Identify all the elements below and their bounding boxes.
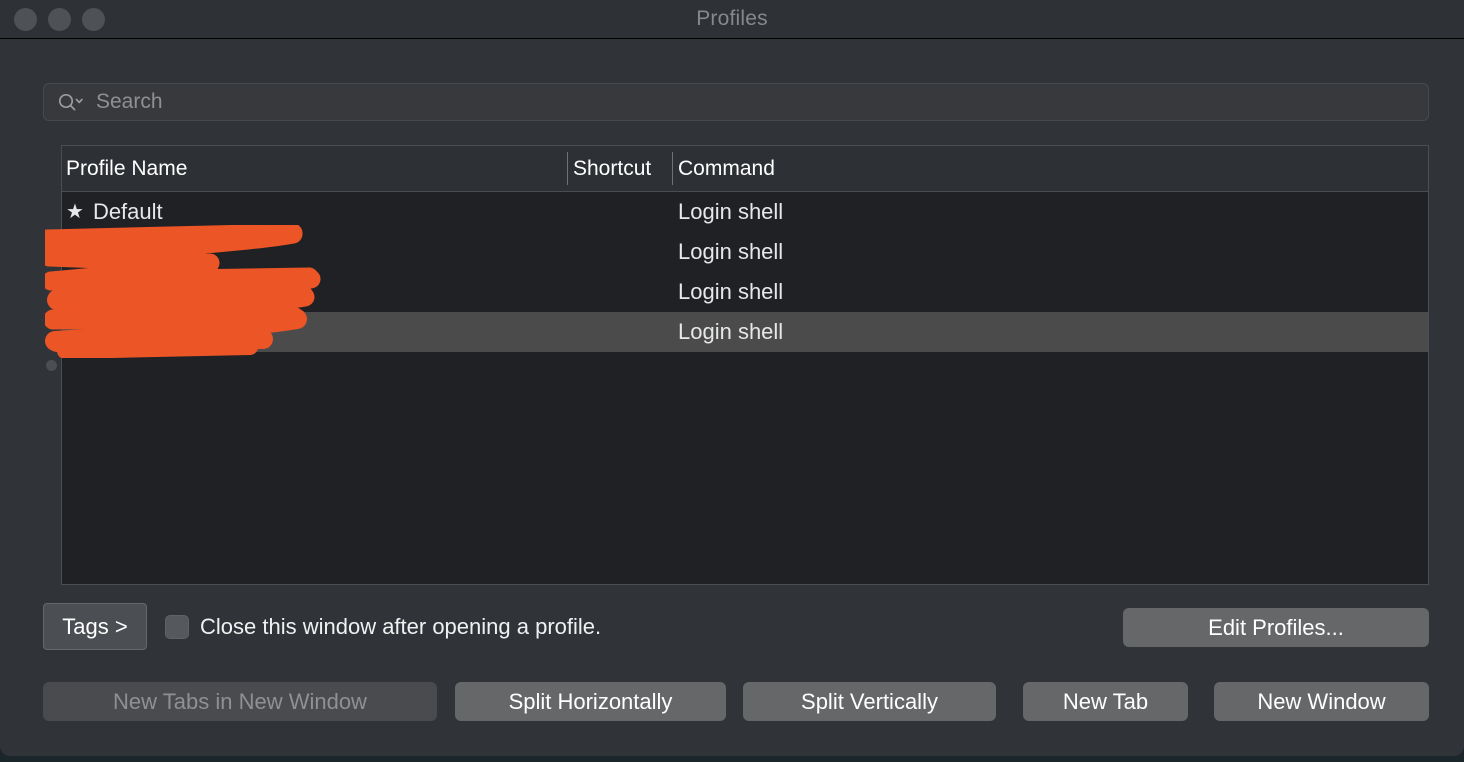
new-tabs-in-new-window-button[interactable]: New Tabs in New Window xyxy=(43,682,437,721)
cell-command: Login shell xyxy=(678,279,784,304)
cell-command: Login shell xyxy=(678,199,784,224)
window-title: Profiles xyxy=(696,7,768,30)
profiles-window: Profiles Search Profile Name Shortcut Co… xyxy=(0,0,1464,756)
window-titlebar: Profiles xyxy=(0,0,1464,39)
close-window-checkbox[interactable] xyxy=(165,615,189,639)
column-divider-1[interactable] xyxy=(567,152,568,185)
column-header-command[interactable]: Command xyxy=(678,146,775,191)
column-divider-2[interactable] xyxy=(672,152,673,185)
table-row[interactable]: Login shell xyxy=(62,272,1428,312)
new-tab-button[interactable]: New Tab xyxy=(1023,682,1188,721)
split-vertically-button[interactable]: Split Vertically xyxy=(743,682,996,721)
close-window-checkbox-label[interactable]: Close this window after opening a profil… xyxy=(200,603,601,650)
table-header-row: Profile Name Shortcut Command xyxy=(62,146,1428,192)
search-input[interactable]: Search xyxy=(43,83,1429,121)
column-header-shortcut[interactable]: Shortcut xyxy=(573,146,651,191)
table-row[interactable]: Login shell xyxy=(62,232,1428,272)
search-placeholder: Search xyxy=(96,90,163,113)
cell-command: Login shell xyxy=(678,239,784,264)
column-header-profile-name[interactable]: Profile Name xyxy=(66,146,187,191)
bottom-button-row: New Tabs in New Window Split Horizontall… xyxy=(0,682,1464,721)
edit-profiles-button[interactable]: Edit Profiles... xyxy=(1123,608,1429,647)
table-row[interactable]: ★ Default Login shell xyxy=(62,192,1428,232)
new-window-button[interactable]: New Window xyxy=(1214,682,1429,721)
cell-profile-name: ★ Default xyxy=(66,192,163,232)
tags-button[interactable]: Tags > xyxy=(43,603,147,650)
table-row-selected[interactable]: Login shell xyxy=(62,312,1428,352)
controls-row: Tags > Close this window after opening a… xyxy=(0,603,1464,651)
cell-command: Login shell xyxy=(678,319,784,344)
table-body: ★ Default Login shell Login shell Login … xyxy=(62,192,1428,584)
profile-name-text: Default xyxy=(92,199,163,224)
search-icon[interactable] xyxy=(57,92,83,112)
star-icon: ★ xyxy=(66,201,84,223)
profiles-table: Profile Name Shortcut Command ★ Default … xyxy=(61,145,1429,585)
search-row: Search xyxy=(43,83,1429,121)
split-horizontally-button[interactable]: Split Horizontally xyxy=(455,682,726,721)
scroll-indicator-dot xyxy=(46,360,57,371)
